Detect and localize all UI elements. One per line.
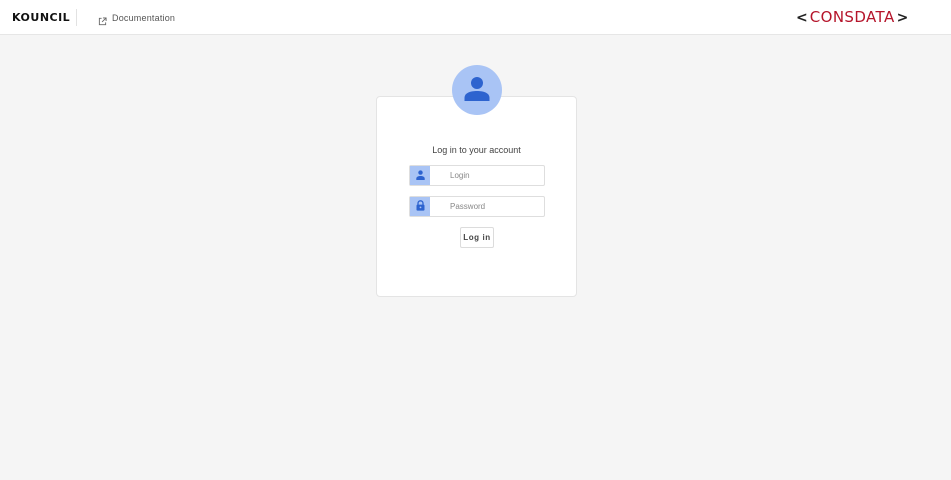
login-button[interactable]: Log in bbox=[460, 227, 494, 248]
password-input[interactable] bbox=[430, 197, 544, 216]
login-card: Log in to your account Log in bbox=[376, 96, 577, 297]
login-addon bbox=[410, 166, 430, 185]
user-icon bbox=[463, 74, 491, 107]
external-link-icon bbox=[98, 13, 107, 26]
user-icon bbox=[415, 167, 425, 185]
password-addon bbox=[410, 197, 430, 216]
navbar-divider bbox=[76, 9, 77, 26]
logo-text: CONSDATA bbox=[809, 8, 895, 26]
avatar bbox=[452, 65, 502, 115]
logo-right-chevron: > bbox=[896, 9, 909, 26]
logo-left-chevron: < bbox=[796, 9, 808, 26]
login-input[interactable] bbox=[430, 166, 544, 185]
top-navbar: KOUNCIL Documentation < CONSDATA > bbox=[0, 0, 951, 35]
documentation-link[interactable]: Documentation bbox=[98, 10, 176, 26]
documentation-link-label: Documentation bbox=[112, 12, 176, 23]
login-field bbox=[409, 165, 545, 186]
consdata-logo: < CONSDATA > bbox=[796, 8, 934, 27]
lock-icon bbox=[416, 198, 425, 216]
login-heading: Log in to your account bbox=[432, 145, 521, 155]
brand-logo[interactable]: KOUNCIL bbox=[12, 11, 70, 24]
password-field bbox=[409, 196, 545, 217]
